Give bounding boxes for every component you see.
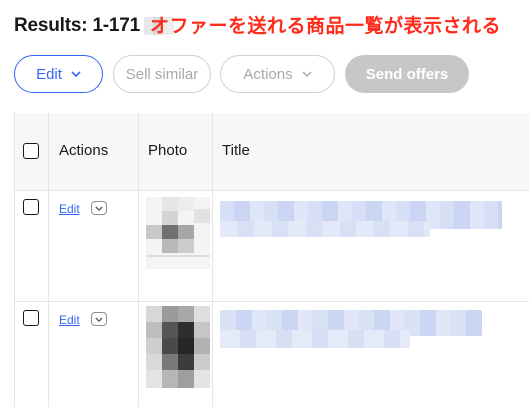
chevron-down-icon: [71, 71, 81, 77]
column-divider: [138, 113, 139, 407]
row-actions-dropdown[interactable]: [91, 312, 107, 326]
product-photo[interactable]: [146, 197, 210, 269]
send-offers-label: Send offers: [365, 65, 449, 83]
table-row: Edit: [14, 191, 529, 301]
product-photo[interactable]: [146, 306, 210, 388]
results-count: Results: 1-171: [14, 15, 141, 36]
column-divider: [14, 113, 15, 407]
sell-similar-label: Sell similar: [125, 65, 199, 83]
chevron-down-icon: [95, 316, 103, 322]
row-actions-dropdown[interactable]: [91, 201, 107, 215]
row-checkbox[interactable]: [23, 310, 39, 326]
row-edit-link[interactable]: Edit: [59, 313, 80, 327]
actions-button-label: Actions: [243, 65, 293, 83]
send-offers-button[interactable]: Send offers: [345, 55, 469, 93]
select-all-checkbox[interactable]: [23, 143, 39, 159]
edit-button-label: Edit: [36, 65, 62, 83]
column-header-title: Title: [222, 142, 250, 159]
listings-table: Actions Photo Title Edit Edit: [14, 113, 529, 412]
column-divider: [48, 113, 49, 407]
annotation-text: オファーを送れる商品一覧が表示される: [150, 15, 502, 37]
chevron-down-icon: [302, 71, 312, 77]
column-header-photo: Photo: [148, 142, 188, 159]
row-edit-link[interactable]: Edit: [59, 202, 80, 216]
row-checkbox[interactable]: [23, 199, 39, 215]
listing-title-line2: [220, 221, 430, 237]
column-divider: [212, 113, 213, 407]
actions-button[interactable]: Actions: [220, 55, 335, 93]
table-row: Edit: [14, 302, 529, 412]
chevron-down-icon: [95, 205, 103, 211]
edit-button[interactable]: Edit: [14, 55, 103, 93]
table-header: Actions Photo Title: [14, 113, 529, 191]
listing-title-line2: [220, 330, 410, 348]
sell-similar-button[interactable]: Sell similar: [113, 55, 211, 93]
column-header-actions: Actions: [59, 142, 109, 159]
